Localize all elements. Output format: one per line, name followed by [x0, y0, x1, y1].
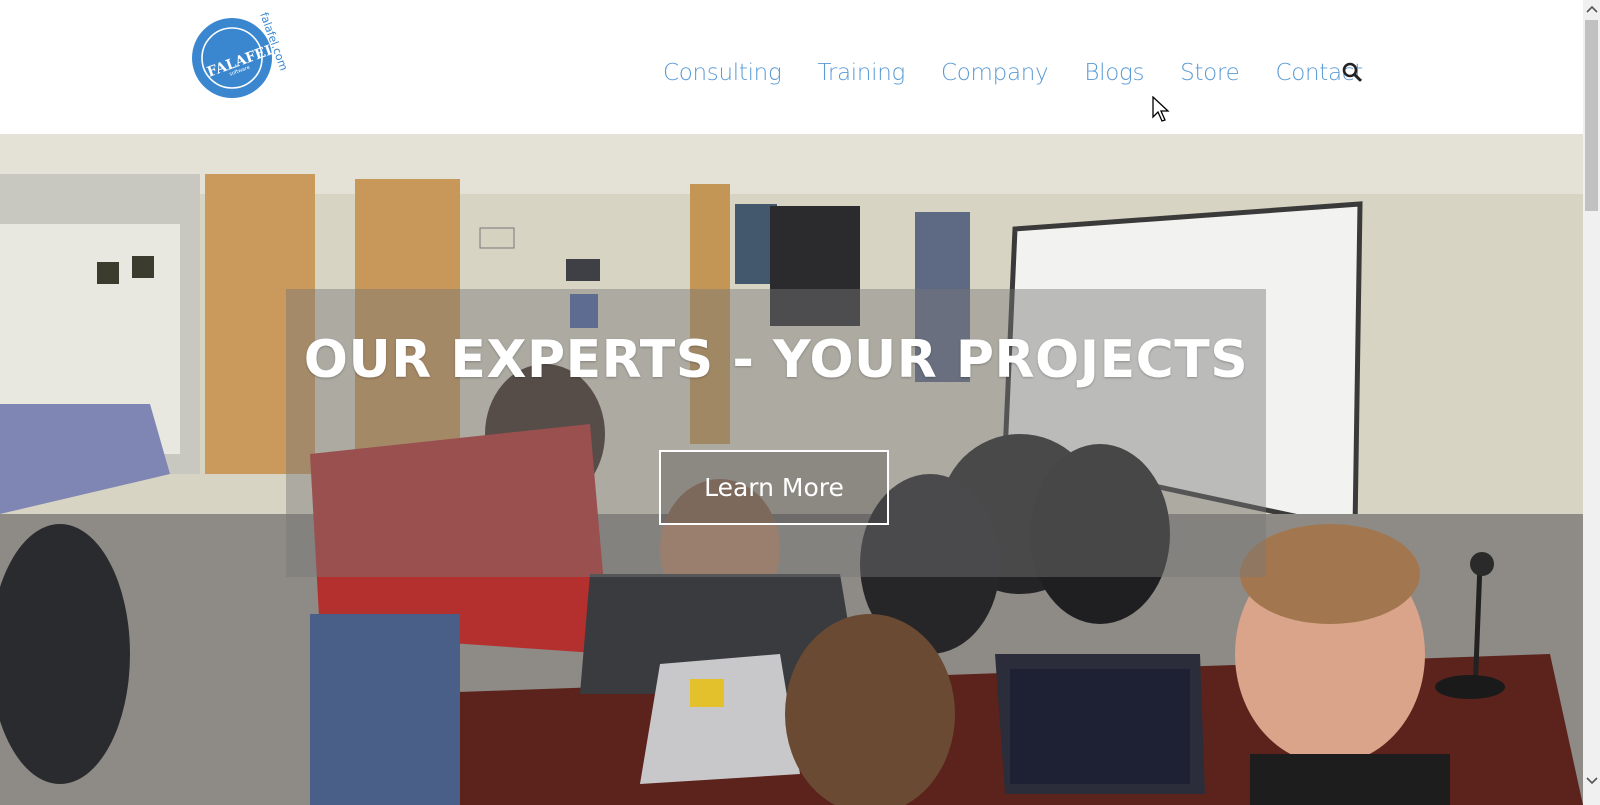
- nav-blogs[interactable]: Blogs: [1084, 60, 1144, 86]
- scroll-up-icon[interactable]: [1583, 0, 1600, 17]
- learn-more-button[interactable]: Learn More: [659, 450, 889, 525]
- falafel-logo[interactable]: FALAFEL software falafel.com: [190, 8, 290, 100]
- nav-store[interactable]: Store: [1180, 60, 1240, 86]
- scroll-down-icon[interactable]: [1583, 772, 1600, 789]
- nav-training[interactable]: Training: [817, 60, 905, 86]
- search-icon[interactable]: [1340, 60, 1364, 84]
- nav-consulting[interactable]: Consulting: [663, 60, 782, 86]
- logo-graphic: FALAFEL software falafel.com: [192, 11, 290, 98]
- hero-title: OUR EXPERTS - YOUR PROJECTS: [303, 330, 1249, 390]
- mouse-cursor-icon: [1152, 95, 1172, 124]
- site-header: FALAFEL software falafel.com Consulting …: [0, 0, 1583, 134]
- main-nav: Consulting Training Company Blogs Store …: [663, 56, 1399, 90]
- hero-section: OUR EXPERTS - YOUR PROJECTS Learn More: [0, 134, 1583, 805]
- page-scrollbar[interactable]: [1583, 0, 1600, 805]
- scrollbar-thumb[interactable]: [1585, 20, 1598, 211]
- nav-company[interactable]: Company: [941, 60, 1049, 86]
